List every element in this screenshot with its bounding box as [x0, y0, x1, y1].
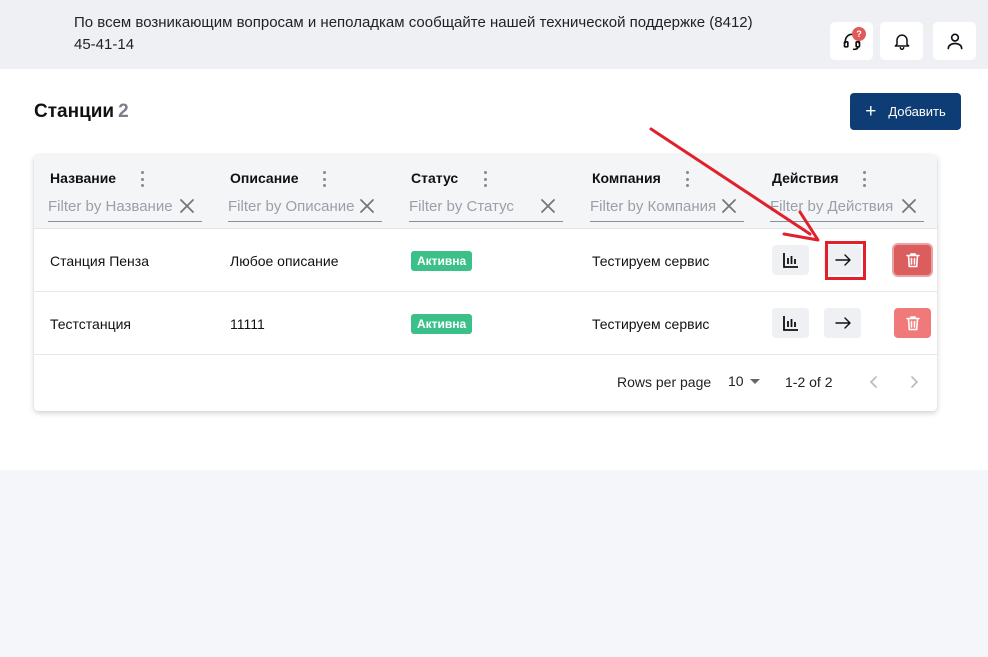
bar-chart-icon	[782, 316, 798, 331]
add-station-button[interactable]: + Добавить	[850, 93, 961, 130]
table-pagination: Rows per page 10 1-2 of 2	[34, 355, 937, 411]
support-message: По всем возникающим вопросам и неполадка…	[74, 14, 753, 53]
bell-icon	[894, 34, 909, 51]
arrow-right-icon	[834, 317, 851, 329]
cell-company: Тестируем сервис	[592, 315, 710, 332]
add-button-label: Добавить	[888, 104, 946, 119]
previous-page-button[interactable]	[863, 371, 885, 393]
support-badge: ?	[852, 27, 866, 41]
column-menu-icon[interactable]	[862, 171, 866, 187]
clear-filter-icon[interactable]	[358, 197, 376, 215]
chevron-left-icon	[869, 376, 877, 388]
annotation-highlight-box	[825, 241, 866, 280]
trash-icon	[905, 316, 920, 331]
page-title-count: 2	[118, 101, 129, 122]
column-menu-icon[interactable]	[483, 171, 487, 187]
profile-button[interactable]	[933, 22, 976, 60]
cell-description: Любое описание	[230, 252, 339, 269]
cell-description: 11111	[230, 315, 265, 332]
notifications-button[interactable]	[880, 22, 923, 60]
cell-name: Тестстанция	[50, 315, 131, 332]
delete-button[interactable]	[894, 308, 931, 338]
statistics-button[interactable]	[772, 308, 809, 338]
column-label: Компания	[592, 170, 661, 186]
top-bar: По всем возникающим вопросам и неполадка…	[0, 0, 988, 69]
column-label: Статус	[411, 170, 459, 186]
delete-button[interactable]	[894, 245, 931, 275]
clear-filter-icon[interactable]	[900, 197, 918, 215]
next-page-button[interactable]	[903, 371, 925, 393]
column-label: Действия	[772, 170, 839, 186]
plus-icon: +	[865, 101, 877, 122]
column-label: Название	[50, 170, 117, 186]
caret-down-icon	[749, 378, 760, 384]
status-badge: Активна	[411, 250, 473, 271]
cell-name: Станция Пенза	[50, 252, 149, 269]
column-menu-icon[interactable]	[140, 171, 144, 187]
page-title-text: Станции	[34, 101, 115, 122]
table-row[interactable]: Станция Пенза Любое описание Активна Тес…	[34, 229, 937, 292]
clear-filter-icon[interactable]	[178, 197, 196, 215]
column-label: Описание	[230, 170, 299, 186]
status-badge: Активна	[411, 313, 473, 334]
column-menu-icon[interactable]	[685, 171, 689, 187]
chevron-right-icon	[911, 376, 919, 388]
table-row[interactable]: Тестстанция 11111 Активна Тестируем серв…	[34, 292, 937, 355]
table-header: Название Описание Статус Компани	[34, 155, 937, 229]
clear-filter-icon[interactable]	[539, 197, 557, 215]
cell-company: Тестируем сервис	[592, 252, 710, 269]
column-menu-icon[interactable]	[322, 171, 326, 187]
statistics-button[interactable]	[772, 245, 809, 275]
cell-status: Активна	[411, 229, 473, 292]
cell-status: Активна	[411, 292, 473, 355]
stations-table: Название Описание Статус Компани	[34, 155, 937, 411]
clear-filter-icon[interactable]	[720, 197, 738, 215]
rows-per-page-select[interactable]: 10	[728, 373, 760, 389]
rows-per-page-value: 10	[728, 373, 744, 389]
user-icon	[947, 33, 962, 50]
bar-chart-icon	[782, 253, 798, 268]
open-station-button[interactable]	[824, 308, 861, 338]
pagination-range: 1-2 of 2	[785, 374, 833, 390]
support-button[interactable]: ?	[830, 22, 873, 60]
trash-icon	[905, 253, 920, 268]
rows-per-page-label: Rows per page	[617, 374, 712, 390]
page-title: Станции 2	[34, 101, 129, 123]
